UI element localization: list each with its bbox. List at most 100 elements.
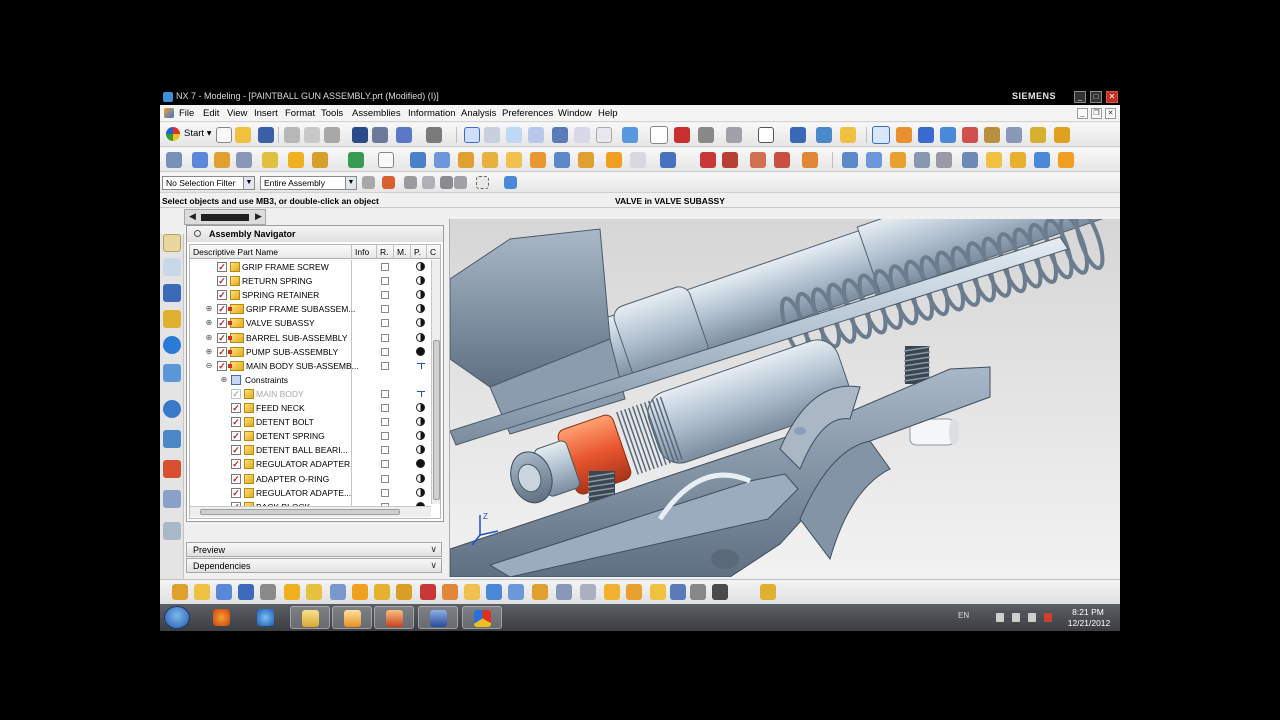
reference-set-box[interactable]: [381, 361, 389, 370]
expand-icon[interactable]: ⊕: [205, 333, 213, 342]
expand-icon[interactable]: ⊕: [205, 347, 213, 356]
tray-sound-icon[interactable]: [1012, 613, 1020, 622]
doc-restore-button[interactable]: ❐: [1091, 108, 1102, 119]
mirror-feature-icon[interactable]: [962, 152, 978, 168]
scroll-right-icon[interactable]: ▶: [255, 211, 262, 222]
snap-end-icon[interactable]: [896, 127, 912, 143]
scroller-grip[interactable]: [201, 214, 249, 221]
scope-select[interactable]: Entire Assembly ▼: [260, 176, 357, 190]
wave-geometry-icon[interactable]: [464, 584, 480, 600]
reference-set-box[interactable]: [381, 404, 389, 412]
zoom-icon[interactable]: [484, 127, 500, 143]
reference-set-box[interactable]: [381, 460, 389, 469]
mirror-assembly-icon[interactable]: [236, 152, 252, 168]
extrude-icon[interactable]: [410, 152, 426, 168]
part-navigator-tab-icon[interactable]: [163, 284, 181, 302]
move-component-icon[interactable]: [288, 152, 304, 168]
detent-bolt[interactable]: [903, 346, 931, 384]
clock-time[interactable]: 8:21 PM: [1068, 607, 1108, 617]
show-hide-icon[interactable]: [790, 127, 806, 143]
arc-icon[interactable]: [722, 152, 738, 168]
cut-icon[interactable]: [284, 127, 300, 143]
reference-set-box[interactable]: [381, 389, 389, 398]
navigator-vertical-scrollbar[interactable]: [431, 260, 440, 504]
visibility-checkbox[interactable]: ✓: [231, 417, 241, 428]
taskbar-recorder[interactable]: [374, 606, 414, 629]
navigator-row[interactable]: ✓ DETENT BALL BEARI...: [190, 443, 430, 457]
windows-start-orb-icon[interactable]: [164, 606, 190, 629]
visibility-checkbox[interactable]: ✓: [217, 346, 227, 357]
visibility-checkbox[interactable]: ✓: [231, 473, 241, 484]
point-icon[interactable]: [348, 152, 364, 168]
reference-set-box[interactable]: [381, 277, 389, 286]
sew-icon[interactable]: [1010, 152, 1026, 168]
visibility-checkbox[interactable]: ✓: [231, 487, 241, 498]
menu-insert[interactable]: Insert: [254, 108, 278, 119]
promote-icon[interactable]: [760, 584, 776, 600]
clock-date[interactable]: 12/21/2012: [1063, 618, 1115, 628]
taskbar-internet-explorer[interactable]: [246, 606, 286, 629]
navigator-row[interactable]: ✓ DETENT SPRING: [190, 429, 430, 443]
tray-alert-icon[interactable]: [1044, 613, 1052, 622]
snap-intersect-icon[interactable]: [962, 127, 978, 143]
snap-control-icon[interactable]: [940, 127, 956, 143]
reference-set-box[interactable]: [381, 488, 389, 497]
measure-icon[interactable]: [1030, 127, 1046, 143]
shaded-with-edges-icon[interactable]: [650, 126, 668, 144]
menu-format[interactable]: Format: [285, 108, 315, 119]
snap-quadrant-icon[interactable]: [1006, 127, 1022, 143]
history-tab-icon[interactable]: [163, 364, 181, 382]
sequence-icon[interactable]: [442, 584, 458, 600]
navigator-scroller[interactable]: ◀ ▶: [184, 209, 266, 225]
scrollbar-thumb[interactable]: [200, 509, 400, 515]
mirror-assembly-icon[interactable]: [284, 584, 300, 600]
menu-information[interactable]: Information: [408, 108, 456, 119]
menu-window[interactable]: Window: [558, 108, 592, 119]
visibility-checkbox[interactable]: ✓: [231, 403, 241, 413]
zoom-window-icon[interactable]: [506, 127, 522, 143]
menu-assemblies[interactable]: Assemblies: [352, 108, 401, 119]
touch-mode-icon[interactable]: [426, 127, 442, 143]
reference-set-box[interactable]: [381, 305, 389, 314]
slot-icon[interactable]: [554, 152, 570, 168]
clock-icon[interactable]: [712, 584, 728, 600]
visibility-checkbox[interactable]: ✓: [217, 276, 227, 287]
graphics-window[interactable]: Z: [449, 219, 1120, 577]
assembly-constraints-icon[interactable]: [352, 584, 368, 600]
taskbar-firefox[interactable]: [202, 606, 242, 629]
column-header-info[interactable]: Info: [355, 247, 369, 257]
weight-icon[interactable]: [580, 584, 596, 600]
reposition-icon[interactable]: [604, 584, 620, 600]
zoom-in-out-icon[interactable]: [528, 127, 544, 143]
add-component-icon[interactable]: [172, 584, 188, 600]
scroll-left-icon[interactable]: ◀: [189, 211, 196, 222]
intersect-icon[interactable]: [660, 152, 676, 168]
reference-set-box[interactable]: [381, 474, 389, 483]
assembly-navigator-tab-icon[interactable]: [163, 234, 181, 252]
navigator-row[interactable]: ✓ SPRING RETAINER: [190, 288, 430, 302]
select-all-icon[interactable]: [454, 176, 467, 189]
web-browser-tab-icon[interactable]: [163, 336, 181, 354]
reference-set-box[interactable]: [381, 418, 389, 427]
rectangle-select-icon[interactable]: [476, 176, 489, 189]
menu-file[interactable]: File: [179, 108, 194, 119]
roles-tab-icon[interactable]: [163, 490, 181, 508]
new-icon[interactable]: [216, 127, 232, 143]
dependencies-panel-header[interactable]: Dependencies ∨: [186, 558, 442, 573]
save-icon[interactable]: [258, 127, 274, 143]
taskbar-save-app[interactable]: [418, 606, 458, 629]
expand-icon[interactable]: ⊕: [220, 375, 228, 384]
replace-component-icon[interactable]: [262, 152, 278, 168]
selection-filter-select[interactable]: No Selection Filter ▼: [162, 176, 255, 190]
visibility-checkbox[interactable]: ✓: [217, 332, 227, 343]
column-header-position[interactable]: P.: [414, 247, 421, 257]
new-parent-icon[interactable]: [216, 584, 232, 600]
column-header-reference[interactable]: R.: [380, 247, 389, 257]
draft-icon[interactable]: [842, 152, 858, 168]
product-interface-icon[interactable]: [670, 584, 686, 600]
visibility-checkbox[interactable]: ✓: [217, 318, 227, 329]
clock-tab-icon[interactable]: [163, 400, 181, 418]
pin-icon[interactable]: [194, 230, 201, 237]
component-group-icon[interactable]: [260, 584, 276, 600]
model-view-icon[interactable]: [504, 176, 517, 189]
